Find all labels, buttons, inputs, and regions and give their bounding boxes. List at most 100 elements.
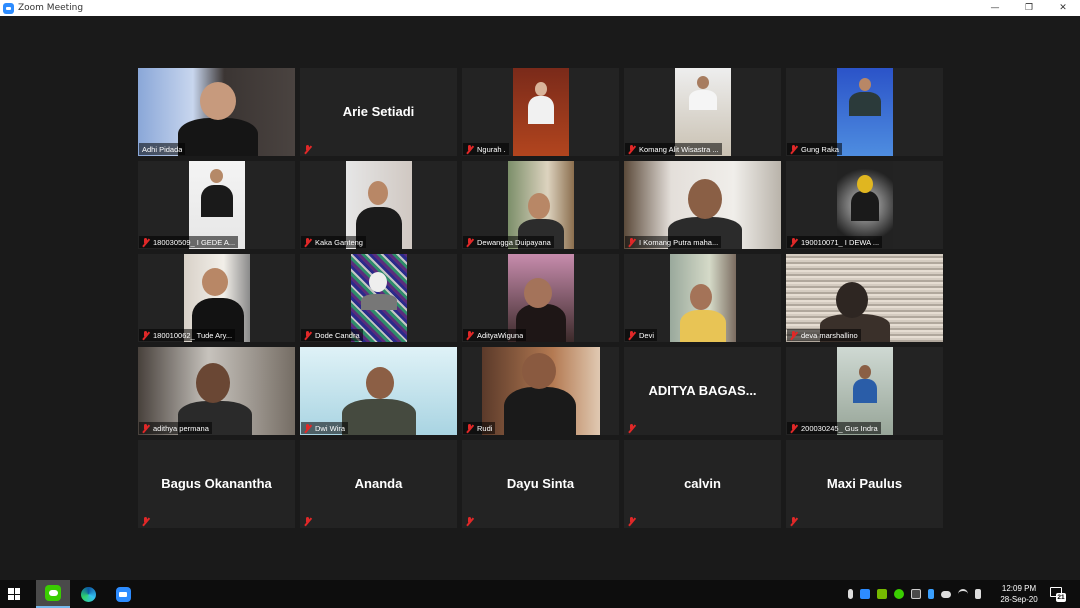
participant-name: Adhi Pidada: [142, 144, 183, 154]
participant-tile[interactable]: Komang Alit Wisastra ...: [624, 68, 781, 156]
participant-tile[interactable]: Ngurah .: [462, 68, 619, 156]
participant-tile[interactable]: AdityaWiguna: [462, 254, 619, 342]
whatsapp-icon[interactable]: [893, 589, 904, 599]
muted-microphone-icon: [627, 423, 636, 433]
participant-display-name: Arie Setiadi: [342, 104, 415, 119]
participant-figure-head: [523, 278, 552, 308]
participant-display-name: Maxi Paulus: [826, 476, 903, 491]
taskbar-zoom-app[interactable]: [106, 580, 140, 608]
participant-tile[interactable]: Ananda: [300, 440, 457, 528]
participant-tile[interactable]: Dewangga Duipayana: [462, 161, 619, 249]
participant-name-bar: [463, 515, 477, 527]
bluetooth-icon[interactable]: [927, 589, 934, 599]
participant-name-bar: Dode Candra: [301, 329, 363, 341]
participant-name-bar: I Komang Putra maha...: [625, 236, 722, 248]
participant-tile[interactable]: Gung Raka: [786, 68, 943, 156]
participant-figure-body: [178, 118, 258, 156]
participant-figure-body: [850, 191, 879, 221]
participant-tile[interactable]: 200030245_ Gus Indra: [786, 347, 943, 435]
participant-figure-head: [368, 272, 387, 292]
volume-icon[interactable]: [974, 589, 981, 599]
close-button[interactable]: ✕: [1046, 0, 1080, 16]
participant-video: [836, 68, 893, 156]
participant-tile[interactable]: Dwi Wira: [300, 347, 457, 435]
participant-name-bar: deva marshallino: [787, 329, 861, 341]
participant-name: Gung Raka: [801, 144, 839, 154]
participant-tile[interactable]: Dode Candra: [300, 254, 457, 342]
participant-name: Dwi Wira: [315, 423, 345, 433]
participant-name-bar: adithya permana: [139, 422, 212, 434]
participant-figure-body: [527, 96, 554, 124]
taskbar-line-app[interactable]: [36, 580, 70, 608]
onedrive-icon[interactable]: [940, 590, 951, 598]
muted-microphone-icon: [303, 423, 312, 433]
muted-microphone-icon: [465, 516, 474, 526]
participant-tile[interactable]: Arie Setiadi: [300, 68, 457, 156]
participant-tile[interactable]: Kaka Ganteng: [300, 161, 457, 249]
participant-figure-body: [503, 387, 576, 435]
muted-microphone-icon: [789, 144, 798, 154]
wifi-icon[interactable]: [957, 589, 968, 599]
participant-name-bar: [625, 422, 639, 434]
participant-tile[interactable]: Bagus Okanantha: [138, 440, 295, 528]
participant-name: 180030509_ I GEDE A...: [153, 237, 236, 247]
windows-start-icon[interactable]: [8, 588, 20, 600]
clock-date: 28-Sep-20: [1000, 595, 1038, 604]
participant-tile[interactable]: 180030509_ I GEDE A...: [138, 161, 295, 249]
participant-name-bar: Gung Raka: [787, 143, 842, 155]
participant-display-name: Ananda: [354, 476, 403, 491]
participant-figure-head: [209, 169, 223, 183]
participant-tile[interactable]: Maxi Paulus: [786, 440, 943, 528]
muted-microphone-icon: [303, 237, 312, 247]
participant-tile[interactable]: ADITYA BAGAS...: [624, 347, 781, 435]
participant-tile[interactable]: Dayu Sinta: [462, 440, 619, 528]
minimize-button[interactable]: —: [978, 0, 1012, 16]
microphone-icon[interactable]: [847, 589, 853, 599]
restore-button[interactable]: ❐: [1012, 0, 1046, 16]
participant-tile[interactable]: calvin: [624, 440, 781, 528]
muted-microphone-icon: [789, 237, 798, 247]
notification-count: 21: [1056, 593, 1066, 602]
muted-microphone-icon: [303, 516, 312, 526]
participant-name: I Komang Putra maha...: [639, 237, 719, 247]
participant-tile[interactable]: 180010062_ Tude Ary...: [138, 254, 295, 342]
participant-name-bar: 180030509_ I GEDE A...: [139, 236, 239, 248]
participant-tile[interactable]: I Komang Putra maha...: [624, 161, 781, 249]
participant-figure-head: [367, 181, 388, 205]
participant-tile[interactable]: adithya permana: [138, 347, 295, 435]
nvidia-icon[interactable]: [876, 589, 887, 599]
participant-video: [669, 254, 736, 342]
windows-taskbar: 12:09 PM 28-Sep-20 21: [0, 580, 1080, 608]
participant-figure-head: [366, 367, 394, 399]
action-center-button[interactable]: 21: [1050, 587, 1066, 602]
participant-name: Dewangga Duipayana: [477, 237, 551, 247]
participant-tile[interactable]: Rudi: [462, 347, 619, 435]
zoom-tray-icon[interactable]: [859, 589, 870, 599]
participant-video: [512, 68, 569, 156]
participant-tile[interactable]: deva marshallino: [786, 254, 943, 342]
muted-microphone-icon: [627, 237, 636, 247]
participant-tile[interactable]: 190010071_ I DEWA ...: [786, 161, 943, 249]
participant-name-bar: Kaka Ganteng: [301, 236, 366, 248]
participant-tile[interactable]: Devi: [624, 254, 781, 342]
participant-figure-head: [196, 363, 230, 403]
edge-icon: [80, 586, 96, 602]
taskbar-clock[interactable]: 12:09 PM 28-Sep-20: [996, 583, 1042, 605]
participant-name: Kaka Ganteng: [315, 237, 363, 247]
participant-name: Devi: [639, 330, 655, 340]
participant-figure-body: [679, 310, 726, 342]
participant-figure-head: [534, 82, 547, 96]
participant-name: Dode Candra: [315, 330, 360, 340]
participant-figure-body: [848, 92, 881, 116]
participant-name: AdityaWiguna: [477, 330, 524, 340]
muted-microphone-icon: [141, 423, 150, 433]
participant-name: Ngurah .: [477, 144, 506, 154]
taskbar-edge-app[interactable]: [71, 580, 105, 608]
muted-microphone-icon: [465, 423, 474, 433]
participant-figure-body: [688, 90, 717, 110]
participant-display-name: ADITYA BAGAS...: [648, 383, 757, 398]
participant-name-bar: [301, 515, 315, 527]
device-icon[interactable]: [910, 589, 921, 599]
muted-microphone-icon: [789, 516, 798, 526]
participant-tile[interactable]: Adhi Pidada: [138, 68, 295, 156]
